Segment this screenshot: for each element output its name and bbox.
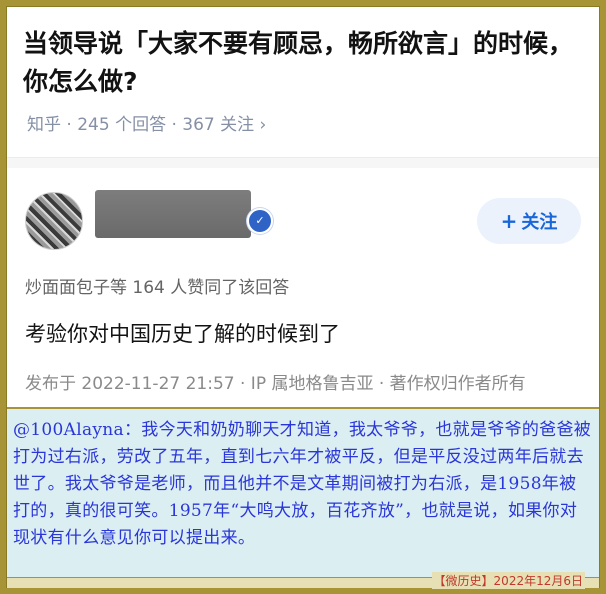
avatar[interactable] [25, 192, 83, 250]
zhihu-screenshot: 当领导说「大家不要有顾忌，畅所欲言」的时候，你怎么做? 知乎 · 245 个回答… [7, 7, 599, 405]
published-info: 发布于 2022-11-27 21:57 · IP 属地格鲁吉亚 · 著作权归作… [25, 374, 526, 394]
source-label: 【微历史】2022年12月6日 [431, 572, 585, 589]
verified-badge-icon: ✓ [247, 208, 273, 234]
comment-box: @100Alayna：我今天和奶奶聊天才知道，我太爷爷，也就是爷爷的爸爸被打为过… [7, 407, 599, 579]
answer-text: 考验你对中国历史了解的时候到了 [25, 322, 340, 346]
follow-button[interactable]: + 关注 [477, 198, 581, 244]
section-divider [7, 157, 599, 168]
plus-icon: + [500, 209, 518, 233]
author-name-redacted [95, 190, 251, 238]
question-title[interactable]: 当领导说「大家不要有顾忌，畅所欲言」的时候，你怎么做? [23, 25, 583, 101]
comment-text: @100Alayna：我今天和奶奶聊天才知道，我太爷爷，也就是爷爷的爸爸被打为过… [13, 420, 592, 548]
upvoters-line[interactable]: 炒面面包子等 164 人赞同了该回答 [25, 273, 289, 298]
question-meta[interactable]: 知乎 · 245 个回答 · 367 关注 › [27, 110, 266, 135]
post-frame: 当领导说「大家不要有顾忌，畅所欲言」的时候，你怎么做? 知乎 · 245 个回答… [6, 6, 600, 589]
follow-label: 关注 [521, 212, 558, 233]
